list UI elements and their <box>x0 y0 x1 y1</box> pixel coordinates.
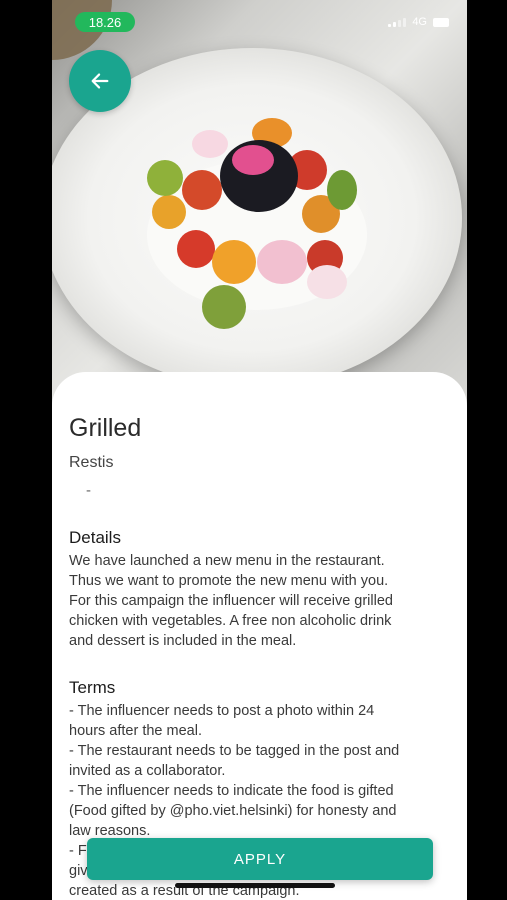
separator-dash: - <box>86 482 91 499</box>
tomato <box>327 170 357 210</box>
restaurant-name: Restis <box>69 454 114 471</box>
details-line: Thus we want to promote the new menu wit… <box>69 573 389 589</box>
radish <box>257 240 307 284</box>
signal-icon <box>388 17 407 27</box>
arrow-left-icon <box>91 73 109 89</box>
offer-sheet: Grilled Restis - Details We have launche… <box>52 372 467 900</box>
apply-button[interactable]: APPLY <box>87 838 433 880</box>
tomato <box>212 240 256 284</box>
details-line: and dessert is included in the meal. <box>69 633 297 649</box>
details-text: We have launched a new menu in the resta… <box>69 551 450 651</box>
status-time: 18.26 <box>75 12 135 32</box>
details-heading: Details <box>69 528 121 547</box>
status-indicators: 4G <box>388 16 449 28</box>
terms-heading: Terms <box>69 678 116 697</box>
terms-line: hours after the meal. <box>69 723 202 739</box>
edible-flower <box>232 145 274 175</box>
network-label: 4G <box>412 16 427 28</box>
tomato <box>182 170 222 210</box>
details-line: For this campaign the influencer will re… <box>69 593 393 609</box>
terms-line: invited as a collaborator. <box>69 763 226 779</box>
details-line: We have launched a new menu in the resta… <box>69 553 385 569</box>
back-button[interactable] <box>69 50 131 112</box>
terms-line: - The influencer needs to indicate the f… <box>69 783 394 799</box>
home-indicator <box>175 883 335 888</box>
tomato <box>177 230 215 268</box>
terms-line: - The restaurant needs to be tagged in t… <box>69 743 400 759</box>
details-line: chicken with vegetables. A free non alco… <box>69 613 392 629</box>
tomato <box>147 160 183 196</box>
radish <box>307 265 347 299</box>
tomato <box>152 195 186 229</box>
battery-icon <box>433 17 449 27</box>
terms-line: (Food gifted by @pho.viet.helsinki) for … <box>69 803 397 819</box>
radish <box>192 130 228 158</box>
phone-screen: 18.26 4G Grilled Restis - Details We hav… <box>52 0 467 900</box>
offer-title: Grilled <box>69 414 142 442</box>
tomato <box>202 285 246 329</box>
terms-line: - The influencer needs to post a photo w… <box>69 703 375 719</box>
